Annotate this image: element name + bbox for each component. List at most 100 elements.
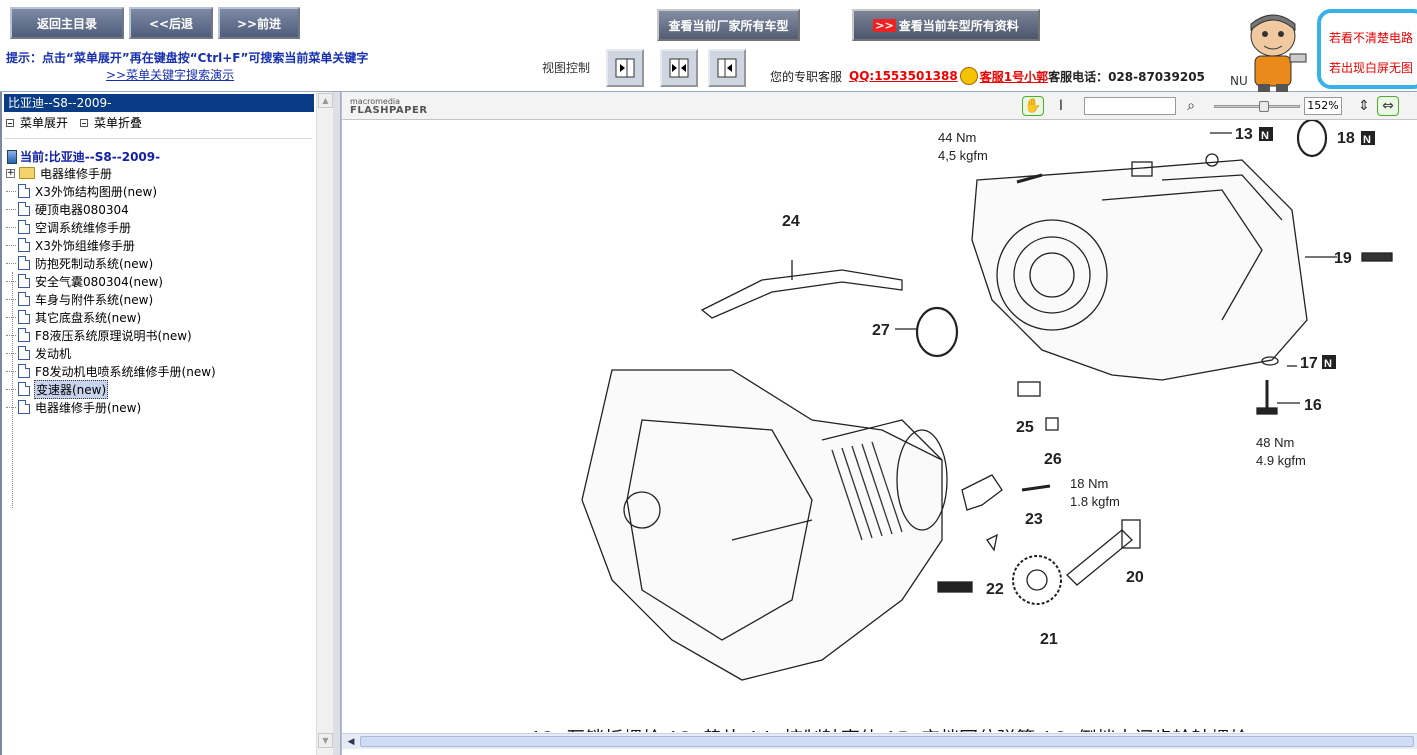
viewer-horizontal-scrollbar[interactable]: ◀ (342, 733, 1417, 749)
app-window: { "nav": { "home_label": "返回主目录", "back_… (0, 0, 1417, 755)
torque-kgf: 4.9 kgfm (1256, 453, 1306, 468)
home-button[interactable]: 返回主目录 (10, 7, 124, 39)
torque-nm: 44 Nm (938, 130, 976, 145)
cs-phone: 客服电话：028-87039205 (1048, 69, 1205, 84)
expand-icon (6, 118, 14, 127)
tree-item-label: 发动机 (35, 346, 72, 361)
part-label: 24 (782, 213, 800, 230)
view-all-docs-button[interactable]: >> 查看当前车型所有资料 (852, 9, 1040, 41)
torque-kgf: 1.8 kgfm (1070, 494, 1120, 509)
document-icon (18, 400, 30, 414)
search-icon: ⌕ (1187, 98, 1195, 114)
document-icon (18, 328, 30, 342)
part-label: 23 (1025, 511, 1043, 528)
scroll-thumb[interactable] (360, 736, 1414, 747)
notice-line-1: 若看不清楚电路 (1329, 31, 1414, 45)
diagram-caption: 12. 互锁板螺栓 13. 垫片 14. 控制轴壳体 15. 空档回位弹簧 16… (530, 724, 1248, 732)
search-input[interactable] (1084, 97, 1176, 115)
view-all-docs-label: 查看当前车型所有资料 (898, 18, 1019, 33)
document-icon (18, 382, 30, 396)
zoom-level[interactable]: 152% (1304, 97, 1342, 115)
fit-page-button[interactable]: ⇕ (1353, 96, 1375, 116)
part-label: 21 (1040, 631, 1058, 648)
agent-link[interactable]: 客服1号小郭 (980, 68, 1048, 85)
sidebar-scrollbar[interactable]: ▲ ▼ (316, 92, 333, 755)
hand-tool-button[interactable]: ✋ (1022, 96, 1044, 116)
view-all-models-button[interactable]: 查看当前厂家所有车型 (657, 9, 800, 41)
sidebar-content: 比亚迪--S8--2009- 菜单展开 菜单折叠 当前:比亚迪--S8--200… (2, 92, 316, 755)
expand-right-button[interactable] (606, 49, 644, 87)
nu-text: NU (1230, 74, 1248, 88)
tree-item[interactable]: F8液压系统原理说明书(new) (6, 326, 193, 344)
forward-button[interactable]: >>前进 (218, 7, 300, 39)
search-button[interactable]: ⌕ (1180, 96, 1202, 116)
n-badge: N (1324, 358, 1332, 370)
tree-item[interactable]: 电器维修手册(new) (6, 398, 142, 416)
zoom-slider-thumb[interactable] (1259, 101, 1269, 112)
tree-item[interactable]: 防抱死制动系统(new) (6, 254, 154, 272)
current-model: 当前:比亚迪--S8--2009- (7, 148, 160, 165)
tree-item[interactable]: F8发动机电喷系统维修手册(new) (6, 362, 217, 380)
plus-icon[interactable]: + (6, 168, 15, 178)
folder-icon (19, 167, 35, 179)
expand-menu-label: 菜单展开 (20, 116, 69, 130)
scroll-up-icon[interactable]: ▲ (318, 93, 333, 108)
sidebar-title: 比亚迪--S8--2009- (4, 94, 314, 112)
tree-item[interactable]: 安全气囊080304(new) (6, 272, 164, 290)
tree-item[interactable]: 发动机 (6, 344, 72, 362)
n-badge: N (1261, 130, 1269, 142)
view-control-label: 视图控制 (542, 61, 591, 75)
n-badge: N (1363, 134, 1371, 146)
tree-item-label: 车身与附件系统(new) (35, 292, 154, 307)
expand-menu-button[interactable]: 菜单展开 (6, 114, 68, 131)
document-icon (18, 346, 30, 360)
collapse-menu-button[interactable]: 菜单折叠 (80, 114, 142, 131)
document-icon (18, 292, 30, 306)
tree-item[interactable]: 其它底盘系统(new) (6, 308, 142, 326)
split-arrows-icon (669, 58, 689, 78)
part-label: 13 (1235, 126, 1253, 143)
tree-item-label: 其它底盘系统(new) (35, 310, 142, 325)
part-label: 19 (1334, 250, 1352, 267)
document-icon (18, 220, 30, 234)
fit-width-button[interactable]: ⇔ (1377, 96, 1399, 116)
part-label: 18 (1337, 130, 1355, 147)
qq-link[interactable]: QQ:1553501388 (849, 69, 958, 83)
tree-item[interactable]: 硬顶电器080304 (6, 200, 130, 218)
flashpaper-toolbar: macromedia FLASHPAPER ✋ I ⌕ 152% ⇕ ⇔ (342, 92, 1417, 120)
tree-item[interactable]: X3外饰结构图册(new) (6, 182, 158, 200)
expand-left-button[interactable] (708, 49, 746, 87)
divider (4, 138, 312, 139)
arrow-left-icon (717, 58, 737, 78)
document-icon (18, 238, 30, 252)
text-cursor-icon: I (1058, 98, 1064, 114)
panel-splitter[interactable] (333, 92, 341, 755)
notice-box: 若看不清楚电路 若出现白屏无图 (1317, 9, 1417, 89)
scroll-left-icon[interactable]: ◀ (344, 735, 358, 748)
tree-item[interactable]: 空调系统维修手册 (6, 218, 132, 236)
tree-item-selected[interactable]: 变速器(new) (6, 379, 109, 399)
text-select-button[interactable]: I (1050, 96, 1072, 116)
zoom-slider[interactable] (1214, 101, 1300, 112)
tree-item[interactable]: 车身与附件系统(new) (6, 290, 154, 308)
current-model-label: 当前:比亚迪--S8--2009- (20, 150, 161, 164)
scroll-down-icon[interactable]: ▼ (318, 733, 333, 748)
tree-folder-electrical[interactable]: + 电器维修手册 (6, 164, 113, 182)
transmission-diagram: 24 27 25 26 23 22 21 20 13 18 19 17 16 N… (581, 120, 1393, 681)
computer-icon (7, 149, 17, 164)
tree-item-label: 变速器(new) (34, 379, 109, 399)
split-view-button[interactable] (660, 49, 698, 87)
search-hint: 提示：点击“菜单展开”再在键盘按“Ctrl+F”可搜索当前菜单关键字 (6, 51, 369, 65)
part-label: 17 (1300, 355, 1318, 372)
top-toolbar: 返回主目录 <<后退 >>前进 查看当前厂家所有车型 >> 查看当前车型所有资料… (0, 0, 1417, 92)
qq-penguin-icon[interactable] (959, 67, 978, 85)
tree-item-label: 防抱死制动系统(new) (35, 256, 154, 271)
tree-item[interactable]: X3外饰组维修手册 (6, 236, 136, 254)
document-icon (18, 274, 30, 288)
part-label: 20 (1126, 569, 1144, 586)
search-demo-link[interactable]: >>菜单关键字搜索演示 (106, 66, 234, 83)
back-button[interactable]: <<后退 (129, 7, 213, 39)
tree-item-label: 硬顶电器080304 (35, 202, 129, 217)
sidebar: 比亚迪--S8--2009- 菜单展开 菜单折叠 当前:比亚迪--S8--200… (0, 92, 333, 755)
fit-width-icon: ⇔ (1382, 98, 1394, 114)
